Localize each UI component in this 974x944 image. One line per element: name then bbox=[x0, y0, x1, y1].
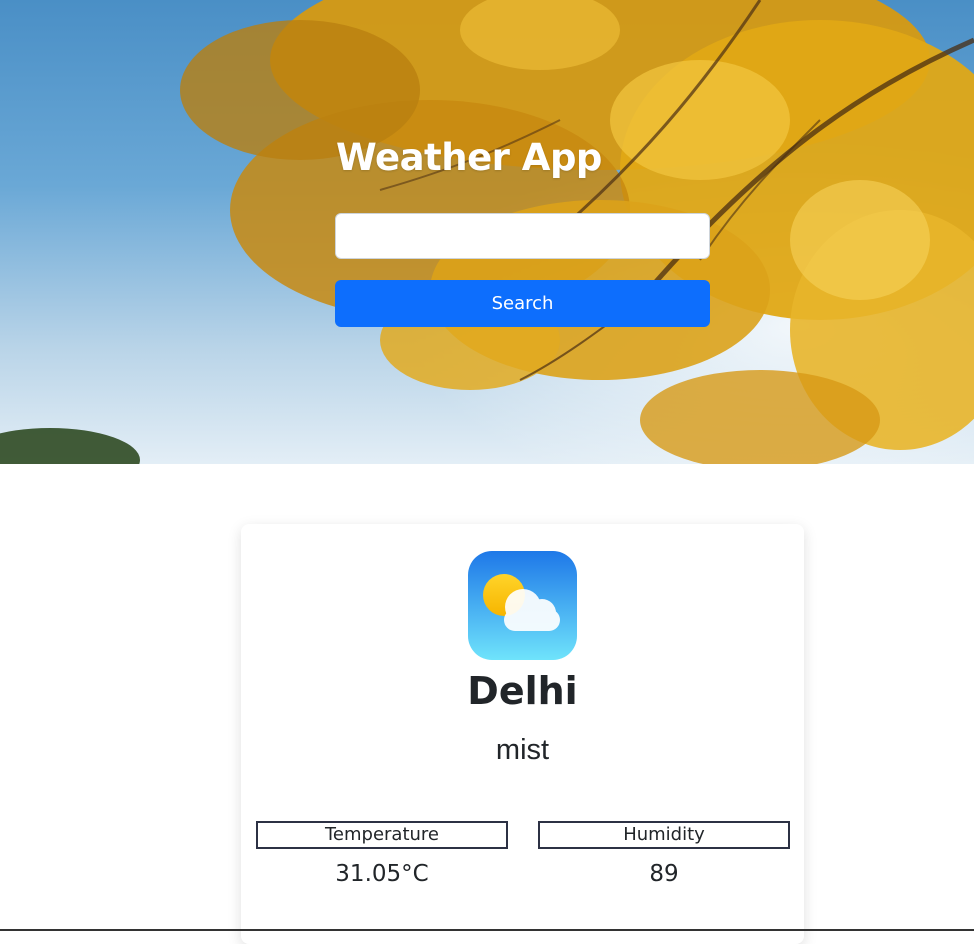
temperature-stat: Temperature 31.05°C bbox=[256, 821, 508, 887]
hero-banner: Weather App Search bbox=[0, 0, 974, 464]
app-title: Weather App bbox=[336, 136, 602, 179]
search-button[interactable]: Search bbox=[335, 280, 710, 327]
city-search-input[interactable] bbox=[335, 213, 710, 259]
humidity-label: Humidity bbox=[538, 821, 790, 849]
partly-cloudy-icon bbox=[468, 551, 577, 660]
weather-condition: mist bbox=[495, 734, 550, 766]
humidity-stat: Humidity 89 bbox=[538, 821, 790, 887]
city-name: Delhi bbox=[467, 669, 578, 713]
temperature-label: Temperature bbox=[256, 821, 508, 849]
humidity-value: 89 bbox=[649, 861, 679, 887]
weather-card: Delhi mist Temperature 31.05°C Humidity … bbox=[241, 524, 804, 944]
temperature-value: 31.05°C bbox=[335, 861, 429, 887]
